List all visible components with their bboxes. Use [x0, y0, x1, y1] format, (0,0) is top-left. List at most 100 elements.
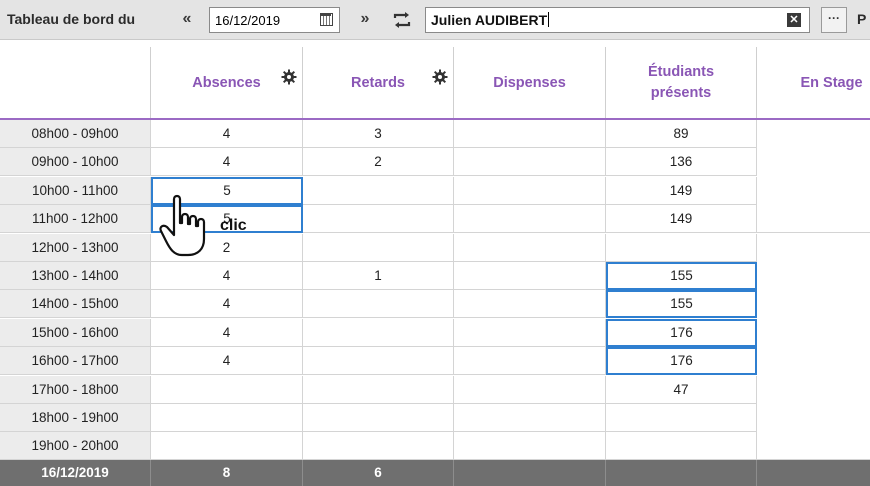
swap-icon[interactable]	[391, 9, 413, 31]
dispenses-cell[interactable]	[454, 432, 606, 461]
next-day-button[interactable]: »	[355, 9, 375, 29]
time-cell: 16h00 - 17h00	[0, 347, 151, 376]
time-cell: 11h00 - 12h00	[0, 205, 151, 234]
footer-absences-total: 8	[151, 460, 303, 486]
dispenses-cell[interactable]	[454, 318, 606, 347]
retards-cell[interactable]	[303, 205, 454, 234]
footer-retards-total: 6	[303, 460, 454, 486]
stage-cell[interactable]	[757, 319, 870, 347]
absences-cell[interactable]	[151, 404, 303, 432]
header-dispenses[interactable]: Dispenses	[454, 47, 606, 119]
etudiants-cell[interactable]: 176	[606, 347, 757, 376]
clear-icon[interactable]: ✕	[787, 13, 801, 27]
dispenses-cell[interactable]	[454, 205, 606, 234]
absences-cell[interactable]: 4	[151, 262, 303, 290]
absences-cell[interactable]: 4	[151, 120, 303, 148]
stage-cell[interactable]	[757, 432, 870, 461]
absences-cell[interactable]: 4	[151, 347, 303, 376]
etudiants-cell[interactable]: 155	[606, 262, 757, 290]
etudiants-cell[interactable]: 136	[606, 148, 757, 177]
absences-cell[interactable]: 4	[151, 318, 303, 347]
retards-cell[interactable]	[303, 375, 454, 404]
retards-cell[interactable]: 2	[303, 148, 454, 177]
dispenses-cell[interactable]	[454, 120, 606, 148]
etudiants-cell[interactable]: 149	[606, 205, 757, 234]
dispenses-cell[interactable]	[454, 290, 606, 319]
dispenses-cell[interactable]	[454, 262, 606, 290]
date-value: 16/12/2019	[215, 13, 281, 28]
table-row: 15h00 - 16h00 4 176	[0, 318, 870, 347]
etudiants-cell[interactable]	[606, 432, 757, 461]
stage-cell[interactable]	[757, 290, 870, 318]
header-retards-label: Retards	[351, 74, 405, 91]
date-input[interactable]: 16/12/2019	[209, 7, 340, 33]
etudiants-cell[interactable]: 176	[606, 318, 757, 347]
absences-cell[interactable]: 4	[151, 148, 303, 177]
dispenses-cell[interactable]	[454, 148, 606, 177]
retards-cell[interactable]	[303, 176, 454, 205]
table-footer: 16/12/2019 8 6	[0, 460, 870, 486]
table-row: 10h00 - 11h00 5 149	[0, 176, 870, 205]
stage-cell[interactable]	[757, 205, 870, 234]
table-row: 11h00 - 12h00 5 149	[0, 205, 870, 234]
retards-cell[interactable]	[303, 233, 454, 262]
time-cell: 10h00 - 11h00	[0, 176, 151, 205]
absences-gear-icon[interactable]	[281, 69, 297, 85]
calendar-icon[interactable]	[320, 13, 333, 26]
user-value: Julien AUDIBERT	[431, 12, 550, 28]
dashboard-label: Tableau de bord du	[7, 11, 136, 27]
absences-cell[interactable]	[151, 375, 303, 404]
dispenses-cell[interactable]	[454, 375, 606, 404]
etudiants-cell[interactable]: 149	[606, 176, 757, 205]
time-cell: 08h00 - 09h00	[0, 120, 151, 148]
stage-cell[interactable]	[757, 120, 870, 148]
etudiants-cell[interactable]	[606, 404, 757, 432]
retards-cell[interactable]	[303, 404, 454, 432]
retards-cell[interactable]: 3	[303, 120, 454, 148]
table-row: 16h00 - 17h00 4 176	[0, 347, 870, 376]
retards-cell[interactable]	[303, 318, 454, 347]
etudiants-cell[interactable]	[606, 233, 757, 262]
time-cell: 15h00 - 16h00	[0, 318, 151, 347]
stage-cell[interactable]	[757, 262, 870, 290]
header-etudiants[interactable]: Étudiants présents	[606, 47, 757, 119]
table-row: 09h00 - 10h00 4 2 136	[0, 148, 870, 177]
stage-cell[interactable]	[757, 347, 870, 375]
footer-stage-total	[757, 460, 870, 486]
footer-etudiants-total	[606, 460, 757, 486]
absences-cell[interactable]	[151, 432, 303, 461]
more-button[interactable]: ···	[821, 7, 847, 33]
stage-cell[interactable]	[757, 404, 870, 432]
retards-cell[interactable]	[303, 432, 454, 461]
etudiants-cell[interactable]: 47	[606, 375, 757, 404]
header-stage[interactable]: En Stage	[757, 47, 870, 119]
time-cell: 17h00 - 18h00	[0, 375, 151, 404]
click-annotation: clic	[220, 217, 247, 234]
etudiants-cell[interactable]: 155	[606, 290, 757, 319]
stage-cell[interactable]	[757, 234, 870, 262]
time-cell: 12h00 - 13h00	[0, 233, 151, 262]
dispenses-cell[interactable]	[454, 404, 606, 432]
table-row: 17h00 - 18h00 47	[0, 375, 870, 404]
etudiants-cell[interactable]: 89	[606, 120, 757, 148]
table-row: 19h00 - 20h00	[0, 432, 870, 461]
table-row: 14h00 - 15h00 4 155	[0, 290, 870, 319]
table-row: 08h00 - 09h00 4 3 89	[0, 120, 870, 148]
dispenses-cell[interactable]	[454, 347, 606, 376]
retards-cell[interactable]: 1	[303, 262, 454, 290]
dispenses-cell[interactable]	[454, 233, 606, 262]
stage-cell[interactable]	[757, 148, 870, 176]
toolbar: Tableau de bord du « 16/12/2019 » Julien…	[0, 0, 870, 40]
retards-cell[interactable]	[303, 290, 454, 319]
retards-gear-icon[interactable]	[432, 69, 448, 85]
absences-cell[interactable]: 4	[151, 290, 303, 319]
header-absences-label: Absences	[192, 74, 261, 91]
previous-day-button[interactable]: «	[177, 9, 197, 29]
dispenses-cell[interactable]	[454, 176, 606, 205]
retards-cell[interactable]	[303, 347, 454, 376]
header-dispenses-label: Dispenses	[493, 74, 566, 91]
stage-cell[interactable]	[757, 177, 870, 205]
user-input[interactable]: Julien AUDIBERT ✕	[425, 7, 810, 33]
stage-cell[interactable]	[757, 376, 870, 404]
time-cell: 18h00 - 19h00	[0, 404, 151, 432]
